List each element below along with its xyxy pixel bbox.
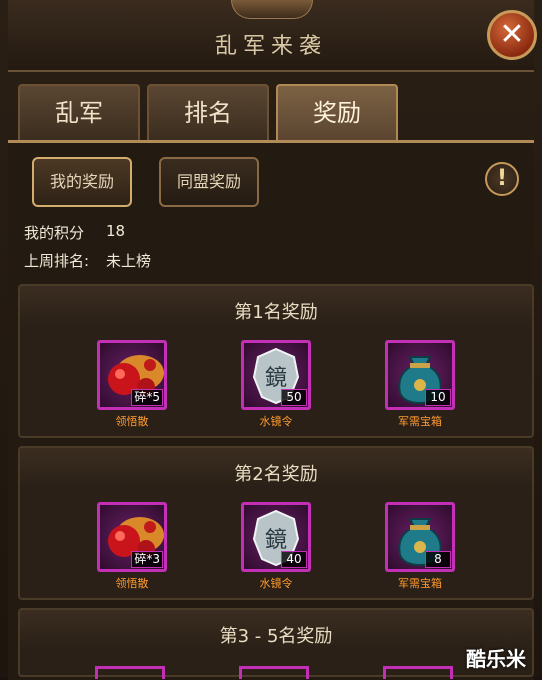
mirror-glyph: 鏡 bbox=[265, 366, 287, 391]
treasure-bag-icon: 10 bbox=[385, 340, 455, 410]
reward-item-partial bbox=[95, 666, 165, 679]
tab-rebels[interactable]: 乱军 bbox=[18, 84, 140, 142]
reward-section-rank-2: 第2名奖励 碎*3 领悟散 鏡 40 水镜令 8 军需宝箱 bbox=[18, 446, 534, 600]
watermark: 酷乐米 bbox=[466, 647, 526, 671]
mirror-token-icon: 鏡 50 bbox=[241, 340, 311, 410]
reward-item[interactable]: 碎*3 领悟散 bbox=[87, 502, 177, 591]
rank-value: 未上榜 bbox=[106, 252, 152, 270]
reward-section-rank-1: 第1名奖励 碎*5 领悟散 鏡 50 水镜令 10 军需宝箱 bbox=[18, 284, 534, 438]
reward-item[interactable]: 鏡 50 水镜令 bbox=[231, 340, 321, 429]
tab-rewards[interactable]: 奖励 bbox=[276, 84, 398, 142]
reward-section-rank-3-5: 第3 - 5名奖励 bbox=[18, 608, 534, 679]
rank-label: 上周排名: bbox=[24, 252, 90, 270]
treasure-bag-icon: 8 bbox=[385, 502, 455, 572]
section-title: 第1名奖励 bbox=[234, 302, 318, 323]
close-icon: ✕ bbox=[499, 17, 525, 52]
alliance-rewards-button[interactable]: 同盟奖励 bbox=[159, 157, 259, 207]
reward-item[interactable]: 鏡 40 水镜令 bbox=[231, 502, 321, 591]
item-quantity: 50 bbox=[281, 389, 307, 406]
item-quantity: 碎*3 bbox=[131, 551, 163, 568]
reward-item[interactable]: 10 军需宝箱 bbox=[375, 340, 465, 429]
red-pills-icon: 碎*3 bbox=[97, 502, 167, 572]
score-value: 18 bbox=[106, 222, 126, 240]
header-ornament bbox=[231, 0, 313, 19]
reward-item[interactable]: 8 军需宝箱 bbox=[375, 502, 465, 591]
item-name: 领悟散 bbox=[115, 577, 149, 590]
item-name: 水镜令 bbox=[259, 577, 293, 590]
item-quantity: 10 bbox=[425, 389, 451, 406]
close-button[interactable]: ✕ bbox=[487, 10, 537, 60]
red-pills-icon: 碎*5 bbox=[97, 340, 167, 410]
section-title: 第3 - 5名奖励 bbox=[219, 626, 333, 647]
reward-item[interactable]: 碎*5 领悟散 bbox=[87, 340, 177, 429]
item-name: 军需宝箱 bbox=[398, 415, 442, 428]
rank-row: 上周排名: 未上榜 bbox=[24, 250, 151, 271]
item-name: 军需宝箱 bbox=[398, 577, 442, 590]
score-label: 我的积分 bbox=[24, 224, 85, 242]
section-title: 第2名奖励 bbox=[234, 464, 318, 485]
window-title: 乱军来袭 bbox=[214, 34, 327, 59]
item-quantity: 8 bbox=[425, 551, 451, 568]
reward-item-partial bbox=[239, 666, 309, 679]
item-quantity: 碎*5 bbox=[131, 389, 163, 406]
my-rewards-button[interactable]: 我的奖励 bbox=[32, 157, 132, 207]
info-icon[interactable]: ! bbox=[485, 162, 519, 196]
item-name: 领悟散 bbox=[115, 415, 149, 428]
score-row: 我的积分 18 bbox=[24, 222, 125, 243]
reward-item-partial bbox=[383, 666, 453, 679]
tab-ranking[interactable]: 排名 bbox=[147, 84, 269, 142]
item-quantity: 40 bbox=[281, 551, 307, 568]
item-name: 水镜令 bbox=[259, 415, 293, 428]
mirror-token-icon: 鏡 40 bbox=[241, 502, 311, 572]
mirror-glyph: 鏡 bbox=[265, 528, 287, 553]
